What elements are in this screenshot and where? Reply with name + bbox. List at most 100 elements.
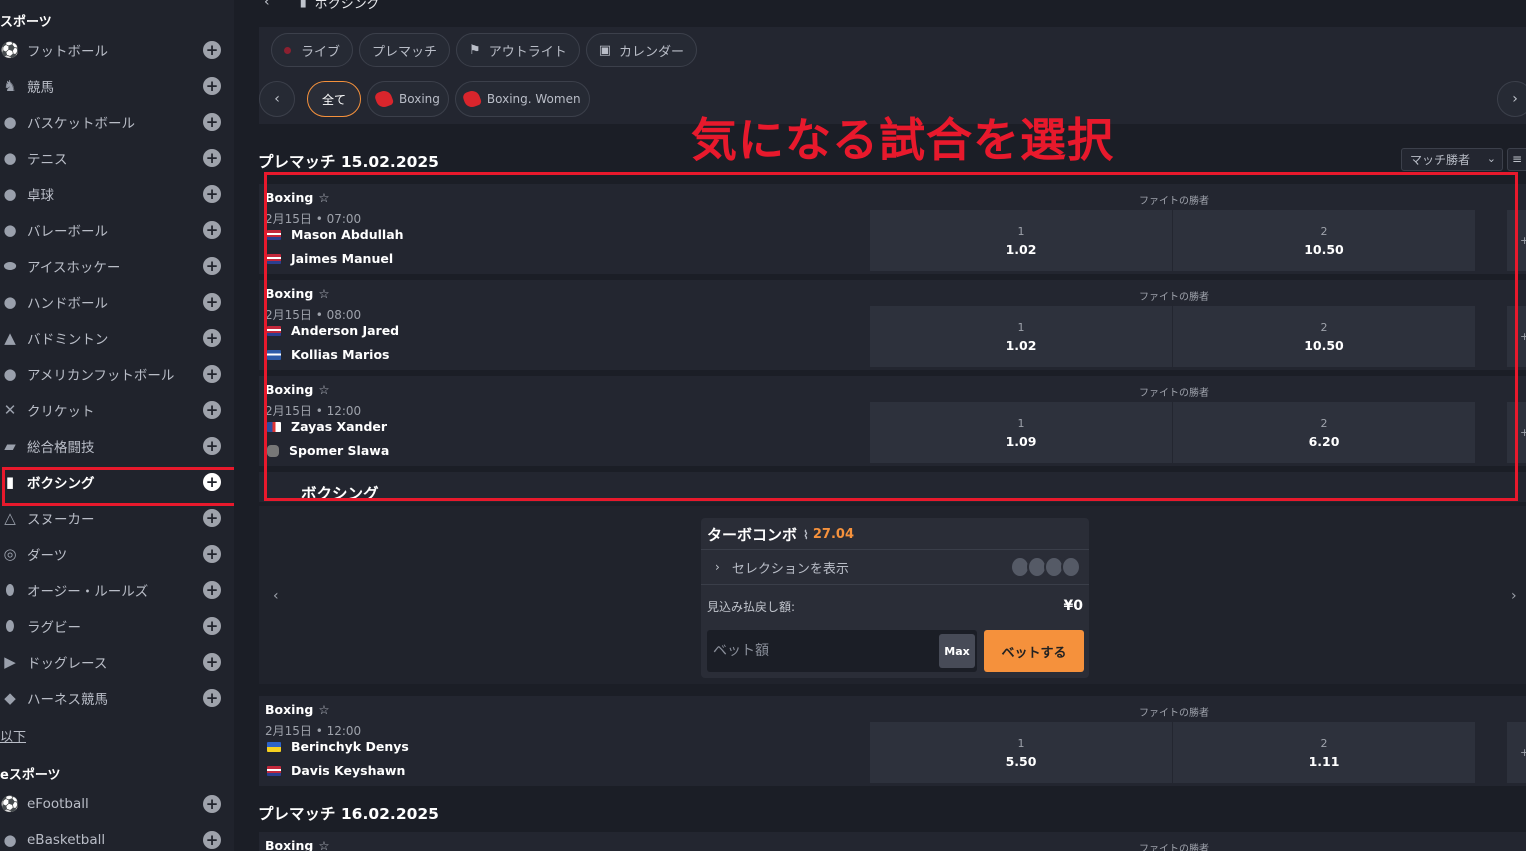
show-selection-toggle[interactable]: › セレクションを表示 [701,549,1089,585]
tab-label: ライブ [301,44,341,60]
place-bet-button[interactable]: ベットする [984,630,1084,672]
market-select[interactable]: マッチ勝者 ⌄ [1401,148,1503,171]
plus-icon[interactable]: + [203,77,221,95]
more-markets-button[interactable]: +5 [1507,306,1526,367]
plus-icon[interactable]: + [203,617,221,635]
tab-calendar[interactable]: ▣ カレンダー [585,33,698,67]
sidebar-item-handball[interactable]: ● ハンドボール + [0,284,234,320]
more-markets-button[interactable]: +7 [1507,402,1526,463]
plus-icon[interactable]: + [203,221,221,239]
sidebar-item-tennis[interactable]: ● テニス + [0,140,234,176]
sidebar-item-label: オージー・ルールズ [27,584,149,600]
category-boxing-women[interactable]: Boxing. Women [454,81,590,117]
sidebar-item-table-tennis[interactable]: ● 卓球 + [0,176,234,212]
odd-value: 1.11 [1308,753,1340,769]
cricket-icon: ✕ [3,401,17,419]
sidebar-item-volleyball[interactable]: ● バレーボール + [0,212,234,248]
sidebar-item-mma[interactable]: ▰ 総合格闘技 + [0,428,234,464]
odd-button-1[interactable]: 1 1.02 [870,306,1172,367]
plus-icon[interactable]: + [203,185,221,203]
show-more-link[interactable]: 以下 [0,726,26,745]
sidebar-item-badminton[interactable]: ▲ バドミントン + [0,320,234,356]
more-markets-button[interactable]: +4 [1507,210,1526,271]
plus-icon[interactable]: + [203,509,221,527]
chevron-left-icon[interactable]: ‹ [264,0,270,10]
sidebar-item-dog-racing[interactable]: ▶ ドッグレース + [0,644,234,680]
sidebar-item-horse-racing[interactable]: ♞ 競馬 + [0,68,234,104]
tab-live[interactable]: ライブ [271,33,354,67]
match-row[interactable]: Boxing ☆ 2月15日 • 12:00 Zayas Xander Spome… [259,376,1526,466]
plus-icon[interactable]: + [203,653,221,671]
sidebar-item-american-football[interactable]: ● アメリカンフットボール + [0,356,234,392]
sidebar-item-snooker[interactable]: △ スヌーカー + [0,500,234,536]
sidebar-item-ebasketball[interactable]: ● eBasketball + [0,822,234,851]
plus-icon[interactable]: + [203,329,221,347]
match-league: Boxing ☆ [265,190,330,205]
plus-icon[interactable]: + [203,473,221,491]
sport-section-label: ボクシング [301,485,379,503]
category-label: Boxing [399,92,440,106]
star-icon[interactable]: ☆ [318,838,329,851]
sidebar-item-basketball[interactable]: ● バスケットボール + [0,104,234,140]
plus-icon[interactable]: + [203,401,221,419]
plus-icon[interactable]: + [203,113,221,131]
breadcrumb: ‹ ▮ ボクシング [264,0,380,12]
harness-icon: ◆ [4,689,16,707]
category-boxing[interactable]: Boxing [367,81,449,117]
match-row[interactable]: Boxing ☆ 2月15日 • 08:00 Anderson Jared Kol… [259,280,1526,370]
annotation-text: 気になる試合を選択 [691,113,1114,167]
plus-icon[interactable]: + [203,149,221,167]
odd-button-1[interactable]: 1 5.50 [870,722,1172,783]
match-row[interactable]: Boxing ☆ ファイトの勝者 [259,832,1526,851]
match-row[interactable]: Boxing ☆ 2月15日 • 07:00 Mason Abdullah Jai… [259,184,1526,274]
scroll-left-button[interactable]: ‹ [259,81,295,117]
odd-value: 10.50 [1304,241,1344,257]
sidebar-item-rugby[interactable]: ⬮ ラグビー + [0,608,234,644]
sidebar-item-cricket[interactable]: ✕ クリケット + [0,392,234,428]
turbo-combo-card: ターボコンボ ⌇27.04 › セレクションを表示 見込み払戻し額: ¥0 Max… [701,518,1089,678]
sidebar-item-boxing[interactable]: ▮ ボクシング + [0,464,234,500]
sidebar-item-label: eFootball [27,796,89,812]
sidebar-item-aussie-rules[interactable]: ⬮ オージー・ルールズ + [0,572,234,608]
sidebar-item-football[interactable]: ⚽ フットボール + [0,32,234,68]
odd-button-1[interactable]: 1 1.09 [870,402,1172,463]
plus-icon[interactable]: + [203,581,221,599]
max-button[interactable]: Max [939,634,975,668]
plus-icon[interactable]: + [203,831,221,849]
odd-button-2[interactable]: 2 10.50 [1173,306,1475,367]
plus-icon[interactable]: + [203,795,221,813]
tab-outright[interactable]: ⚑ アウトライト [456,33,580,67]
odd-label: 1 [1017,320,1025,334]
more-markets-button[interactable]: +7 [1507,722,1526,783]
sidebar-item-harness-racing[interactable]: ◆ ハーネス競馬 + [0,680,234,716]
odd-button-1[interactable]: 1 1.02 [870,210,1172,271]
plus-icon[interactable]: + [203,437,221,455]
star-icon[interactable]: ☆ [318,702,329,717]
star-icon[interactable]: ☆ [318,382,329,397]
odd-button-2[interactable]: 2 6.20 [1173,402,1475,463]
sidebar-item-darts[interactable]: ◎ ダーツ + [0,536,234,572]
chevron-right-icon[interactable]: › [1511,588,1517,604]
plus-icon[interactable]: + [203,545,221,563]
chevron-left-icon[interactable]: ‹ [273,588,279,604]
team-1: Berinchyk Denys [267,739,409,754]
tab-prematch[interactable]: プレマッチ [359,33,451,67]
sort-button[interactable]: ≡ [1507,148,1526,171]
plus-icon[interactable]: + [203,257,221,275]
plus-icon[interactable]: + [203,689,221,707]
plus-icon[interactable]: + [203,41,221,59]
match-row[interactable]: Boxing ☆ 2月15日 • 12:00 Berinchyk Denys Da… [259,696,1526,786]
sidebar-item-label: バレーボール [27,224,108,240]
plus-icon[interactable]: + [203,293,221,311]
bet-amount-input[interactable] [707,630,977,672]
category-all[interactable]: 全て [307,81,362,117]
scroll-right-button[interactable]: › [1497,81,1526,117]
odd-button-2[interactable]: 2 1.11 [1173,722,1475,783]
sidebar-item-ice-hockey[interactable]: ⬬ アイスホッケー + [0,248,234,284]
flag-icon [267,229,281,240]
star-icon[interactable]: ☆ [318,190,329,205]
plus-icon[interactable]: + [203,365,221,383]
star-icon[interactable]: ☆ [318,286,329,301]
odd-button-2[interactable]: 2 10.50 [1173,210,1475,271]
sidebar-item-efootball[interactable]: ⚽ eFootball + [0,786,234,822]
